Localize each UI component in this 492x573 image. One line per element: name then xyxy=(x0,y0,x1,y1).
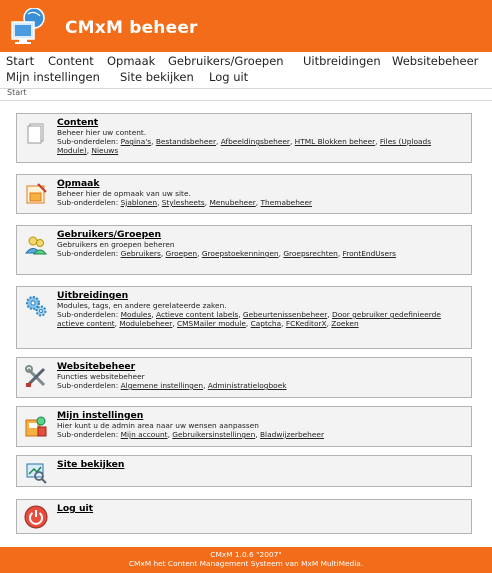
link-stylesheets[interactable]: Stylesheets xyxy=(162,198,205,207)
link-gebruikers[interactable]: Gebruikers xyxy=(121,249,161,258)
section-title-uitbreidingen[interactable]: Uitbreidingen xyxy=(57,291,465,300)
link-gebeurtenissenbeheer[interactable]: Gebeurtenissenbeheer xyxy=(243,310,327,319)
sub-label: Sub-onderdelen: xyxy=(57,430,119,439)
link-gebruikersinstellingen[interactable]: Gebruikersinstellingen xyxy=(172,430,255,439)
link-mijn-account[interactable]: Mijn account xyxy=(121,430,168,439)
link-fckeditorx[interactable]: FCKeditorX xyxy=(286,319,327,328)
link-modules[interactable]: Modules xyxy=(121,310,152,319)
users-icon xyxy=(24,236,48,255)
section-opmaak: Opmaak Beheer hier de opmaak van uw site… xyxy=(16,174,472,214)
layout-icon xyxy=(26,183,47,204)
link-zoeken[interactable]: Zoeken xyxy=(331,319,358,328)
sub-label: Sub-onderdelen: xyxy=(57,310,119,319)
section-content: Content Beheer hier uw content. Sub-onde… xyxy=(16,113,472,163)
section-gebruikers-groepen: Gebruikers/Groepen Gebruikers en groepen… xyxy=(16,225,472,275)
section-description: Beheer hier de opmaak van uw site. xyxy=(57,189,191,198)
footer-version: CMxM 1.0.6 "2007" xyxy=(210,550,282,559)
view-site-icon xyxy=(26,463,47,484)
link-groepstoekenningen[interactable]: Groepstoekenningen xyxy=(202,249,279,258)
gears-icon xyxy=(26,296,47,317)
link-themabeheer[interactable]: Themabeheer xyxy=(261,198,313,207)
link-groepen[interactable]: Groepen xyxy=(166,249,198,258)
section-title-site-bekijken[interactable]: Site bekijken xyxy=(57,460,465,469)
user-settings-icon xyxy=(25,416,47,437)
link-paginas[interactable]: Pagina's xyxy=(121,137,152,146)
link-captcha[interactable]: Captcha xyxy=(251,319,282,328)
section-uitbreidingen: Uitbreidingen Modules, tags, en andere g… xyxy=(16,286,472,349)
breadcrumb: Start xyxy=(7,88,27,97)
menu-opmaak[interactable]: Opmaak xyxy=(107,54,155,68)
link-menubeheer[interactable]: Menubeheer xyxy=(209,198,255,207)
link-sjablonen[interactable]: Sjablonen xyxy=(121,198,157,207)
section-site-bekijken: Site bekijken xyxy=(16,455,472,487)
section-title-gebruikers-groepen[interactable]: Gebruikers/Groepen xyxy=(57,230,465,239)
footer-copyright: CMxM het Content Management Systeem van … xyxy=(128,559,364,568)
section-title-opmaak[interactable]: Opmaak xyxy=(57,179,465,188)
link-administratielogboek[interactable]: Administratielogboek xyxy=(208,381,287,390)
link-modulebeheer[interactable]: Modulebeheer xyxy=(119,319,172,328)
breadcrumb-bar xyxy=(0,88,492,101)
header-bar: CMxM beheer xyxy=(0,0,492,52)
section-log-uit: Log uit xyxy=(16,499,472,534)
menu-log-uit[interactable]: Log uit xyxy=(209,70,248,84)
app-title: CMxM beheer xyxy=(65,18,198,38)
link-cmsmailer-module[interactable]: CMSMailer module xyxy=(177,319,246,328)
cms-logo-icon xyxy=(11,8,45,44)
link-afbeeldingsbeheer[interactable]: Afbeeldingsbeheer xyxy=(221,137,290,146)
sub-label: Sub-onderdelen: xyxy=(57,137,119,146)
main-menu: Start Content Opmaak Gebruikers/Groepen … xyxy=(0,52,492,88)
sub-label: Sub-onderdelen: xyxy=(57,381,119,390)
sub-label: Sub-onderdelen: xyxy=(57,198,119,207)
document-icon xyxy=(27,123,44,144)
power-icon xyxy=(24,505,48,529)
menu-uitbreidingen[interactable]: Uitbreidingen xyxy=(303,54,381,68)
link-html-blokken-beheer[interactable]: HTML Blokken beheer xyxy=(295,137,376,146)
section-title-content[interactable]: Content xyxy=(57,118,465,127)
link-groepsrechten[interactable]: Groepsrechten xyxy=(283,249,338,258)
section-description: Functies websitebeheer xyxy=(57,372,145,381)
footer: CMxM 1.0.6 "2007" CMxM het Content Manag… xyxy=(0,547,492,573)
menu-mijn-instellingen[interactable]: Mijn instellingen xyxy=(6,70,100,84)
section-description: Modules, tags, en andere gerelateerde za… xyxy=(57,301,227,310)
link-frontendusers[interactable]: FrontEndUsers xyxy=(343,249,396,258)
section-description: Gebruikers en groepen beheren xyxy=(57,240,175,249)
section-title-log-uit[interactable]: Log uit xyxy=(57,504,465,513)
link-bestandsbeheer[interactable]: Bestandsbeheer xyxy=(156,137,216,146)
menu-websitebeheer[interactable]: Websitebeheer xyxy=(392,54,478,68)
link-actieve-content-labels[interactable]: Actieve content labels xyxy=(156,310,238,319)
link-nieuws[interactable]: Nieuws xyxy=(91,146,118,155)
section-title-websitebeheer[interactable]: Websitebeheer xyxy=(57,362,465,371)
section-description: Beheer hier uw content. xyxy=(57,128,147,137)
menu-start[interactable]: Start xyxy=(6,54,34,68)
menu-gebruikers-groepen[interactable]: Gebruikers/Groepen xyxy=(168,54,284,68)
section-description: Hier kunt u de admin area naar uw wensen… xyxy=(57,421,259,430)
section-websitebeheer: Websitebeheer Functies websitebeheer Sub… xyxy=(16,357,472,398)
section-title-mijn-instellingen[interactable]: Mijn instellingen xyxy=(57,411,465,420)
menu-site-bekijken[interactable]: Site bekijken xyxy=(120,70,194,84)
tools-icon xyxy=(25,365,46,387)
menu-content[interactable]: Content xyxy=(48,54,94,68)
sub-label: Sub-onderdelen: xyxy=(57,249,119,258)
section-mijn-instellingen: Mijn instellingen Hier kunt u de admin a… xyxy=(16,406,472,447)
link-bladwijzerbeheer[interactable]: Bladwijzerbeheer xyxy=(260,430,324,439)
link-algemene-instellingen[interactable]: Algemene instellingen xyxy=(121,381,203,390)
